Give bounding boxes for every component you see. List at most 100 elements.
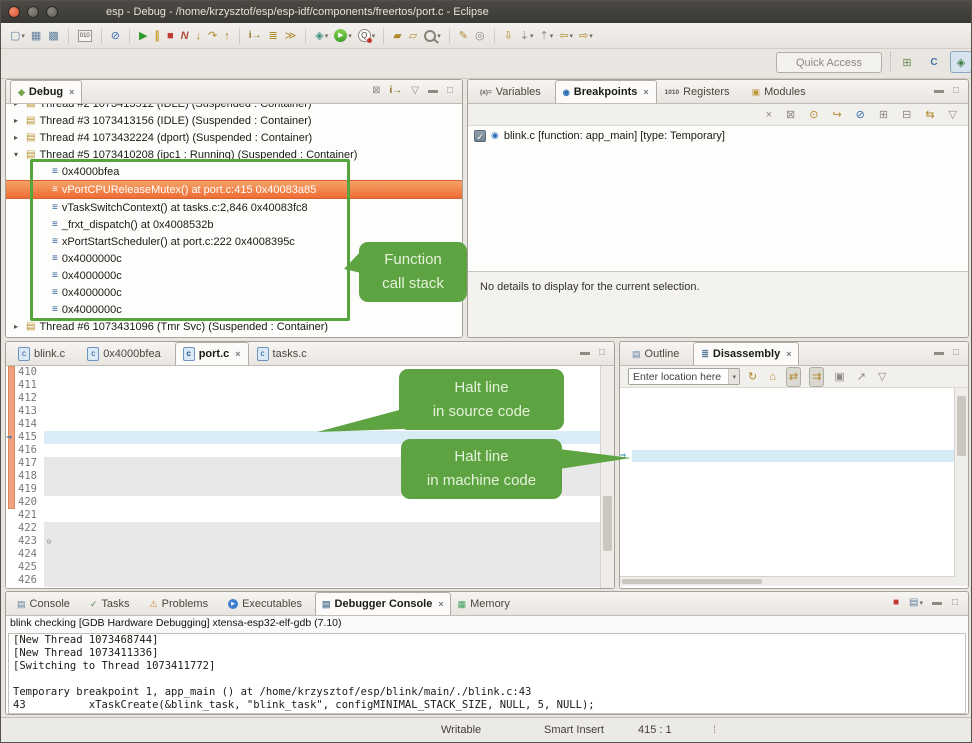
refresh-icon[interactable]: ↻: [746, 367, 759, 387]
fold-marker-icon[interactable]: [44, 470, 54, 483]
open-perspective-icon[interactable]: ⊞: [896, 51, 918, 73]
view-tab[interactable]: ▤ Debugger Console ×: [315, 592, 451, 615]
debug-tree-row[interactable]: ≡ vPortCPUReleaseMutex() at port.c:415 0…: [6, 180, 462, 199]
step-into-icon[interactable]: ↓: [194, 26, 205, 46]
maximize-icon[interactable]: □: [599, 346, 605, 360]
code-line[interactable]: 411 ets_printf("Called by %s line %d\n",…: [6, 379, 614, 392]
maximize-icon[interactable]: □: [953, 84, 959, 98]
disassembly-line[interactable]: 453 return heap_caps_malloc(xWantedSize: [620, 512, 968, 524]
instruction-stepping-icon[interactable]: i→: [247, 26, 265, 46]
remove-all-terminated-icon[interactable]: ⊠: [372, 84, 380, 98]
sync-with-context-icon[interactable]: ⇄: [786, 367, 801, 387]
profile-icon[interactable]: Q ▾: [356, 26, 378, 46]
fold-marker-icon[interactable]: [44, 379, 54, 392]
minimize-icon[interactable]: ▬: [580, 346, 590, 360]
open-element-icon[interactable]: ▰: [391, 26, 404, 46]
last-edit-location-icon[interactable]: ⇩: [502, 26, 516, 46]
disassembly-line[interactable]: 40083a7f: l32r a8, 0x40080544: [620, 413, 968, 425]
terminate-icon[interactable]: ■: [165, 26, 177, 46]
editor-tab[interactable]: c 0x4000bfea: [79, 342, 175, 365]
search-icon[interactable]: ● ▾: [422, 26, 443, 46]
console-output[interactable]: [New Thread 1073468744] [New Thread 1073…: [8, 633, 966, 714]
expand-arrow-icon[interactable]: ▸: [14, 104, 26, 108]
view-tab[interactable]: ◉ Breakpoints ×: [555, 80, 657, 103]
disassembly-line[interactable]: 40083a7d: movi.n a2, 1: [620, 388, 968, 400]
window-maximize-icon[interactable]: [46, 6, 58, 18]
resume-icon[interactable]: ▶: [137, 26, 150, 46]
code-line[interactable]: 422 #if CONFIG_FREERTOS_BREAK_ON_SCHEDUL…: [6, 522, 614, 535]
new-view-icon[interactable]: ▣: [832, 367, 846, 387]
window-close-icon[interactable]: [8, 6, 20, 18]
display-selected-console-icon[interactable]: ▤ ▾: [909, 596, 923, 610]
terminate-icon[interactable]: ■: [893, 596, 900, 610]
code-line[interactable]: 412 #endif: [6, 392, 614, 405]
code-line[interactable]: 425 }: [6, 561, 614, 574]
editor-tab[interactable]: c tasks.c: [249, 342, 321, 365]
remove-breakpoint-icon[interactable]: ×: [764, 105, 774, 125]
debug-tree-row[interactable]: ≡ vTaskSwitchContext() at tasks.c:2,846 …: [6, 199, 462, 216]
previous-annotation-icon[interactable]: ⇡ ▾: [538, 26, 556, 46]
fold-marker-icon[interactable]: [44, 431, 54, 444]
fold-marker-icon[interactable]: [44, 509, 54, 522]
disassembly-line[interactable]: 40083a82: callx8 a8: [620, 425, 968, 437]
open-new-view-icon[interactable]: ↗: [855, 367, 868, 387]
view-tab[interactable]: ▶ Executables: [221, 592, 315, 615]
view-tab[interactable]: ▤ Outline: [624, 342, 693, 365]
debug-tree-row[interactable]: ≡ xPortStartScheduler() at port.c:222 0x…: [6, 233, 462, 250]
code-line[interactable]: 417 #else //!CONFIG_FREERTOS_UNICORE: [6, 457, 614, 470]
fold-marker-icon[interactable]: [44, 418, 54, 431]
disassembly-line[interactable]: pvPortMalloc:: [620, 487, 968, 499]
view-tab[interactable]: 1010 Registers: [657, 80, 744, 103]
code-line[interactable]: 426 #endif: [6, 574, 614, 587]
view-tab[interactable]: ▤ Console: [10, 592, 83, 615]
disassembly-line[interactable]: 40083a87: srli a3, a0, 6: [620, 462, 968, 474]
fold-marker-icon[interactable]: [44, 405, 54, 418]
code-line[interactable]: 423 ⊖ void vPortFirstTaskHook(TaskFuncti…: [6, 535, 614, 548]
view-tab[interactable]: ≣ Disassembly ×: [693, 342, 799, 365]
link-with-debug-icon[interactable]: ⇆: [923, 105, 936, 125]
new-icon[interactable]: ▢ ▾: [8, 26, 27, 46]
view-tab[interactable]: ✓ Tasks: [83, 592, 143, 615]
track-expression-icon[interactable]: ⇉: [809, 367, 824, 387]
editor-tab[interactable]: c port.c ×: [175, 342, 249, 365]
step-over-icon[interactable]: ↷: [206, 26, 220, 46]
cpp-perspective-icon[interactable]: C: [923, 51, 945, 73]
fold-marker-icon[interactable]: [44, 366, 54, 379]
maximize-icon[interactable]: □: [447, 84, 453, 98]
instruction-stepping-icon[interactable]: i→: [389, 84, 402, 98]
view-tab[interactable]: (x)= Variables: [472, 80, 555, 103]
scrollbar-thumb[interactable]: [957, 396, 966, 456]
debug-tree-row[interactable]: ≡ 0x4000000c: [6, 250, 462, 267]
window-minimize-icon[interactable]: [27, 6, 39, 18]
binary-console-icon[interactable]: 010: [76, 26, 95, 46]
home-icon[interactable]: ⌂: [767, 367, 778, 387]
code-line[interactable]: 424 esp_set_breakpoint_if_jtag(function)…: [6, 548, 614, 561]
fold-marker-icon[interactable]: [44, 392, 54, 405]
view-menu-icon[interactable]: ▽: [947, 105, 959, 125]
use-step-filters-icon[interactable]: ≫: [283, 26, 300, 46]
debug-tree-row[interactable]: ≡ _frxt_dispatch() at 0x4008532b: [6, 216, 462, 233]
save-all-icon[interactable]: ▩: [46, 26, 61, 46]
debug-tree-row[interactable]: ▸ ▤ Thread #6 1073431096 (Tmr Svc) (Susp…: [6, 318, 462, 335]
fold-marker-icon[interactable]: [44, 457, 54, 470]
expand-arrow-icon[interactable]: ▸: [14, 116, 26, 125]
disassembly-horizontal-scrollbar[interactable]: [620, 576, 955, 586]
forward-icon[interactable]: ⇨ ▾: [577, 26, 595, 46]
quick-access-field[interactable]: Quick Access: [776, 52, 882, 73]
fold-marker-icon[interactable]: [44, 548, 54, 561]
disassembly-listing[interactable]: 40083a7d: movi.n a2, 1 415 portEXIT_CRIT…: [620, 388, 968, 586]
expand-all-icon[interactable]: ⊞: [877, 105, 890, 125]
minimize-icon[interactable]: ▬: [934, 346, 944, 360]
debug-tree-row[interactable]: ≡ 0x4000000c: [6, 301, 462, 318]
next-annotation-icon[interactable]: ⇣ ▾: [518, 26, 536, 46]
debug-perspective-icon[interactable]: ◈: [950, 51, 972, 73]
debug-tree-row[interactable]: ▸ ▤ Thread #3 1073413156 (IDLE) (Suspend…: [6, 112, 462, 129]
code-line[interactable]: 416 return ret;: [6, 444, 614, 457]
debug-tree-row[interactable]: ≡ 0x4000000c: [6, 284, 462, 301]
step-return-icon[interactable]: ↑: [222, 26, 233, 46]
debug-icon[interactable]: ◈ ▾: [313, 26, 330, 46]
scrollbar-thumb[interactable]: [603, 496, 612, 551]
tab-close-icon[interactable]: ×: [643, 87, 648, 97]
skip-all-breakpoints-icon[interactable]: ⊘: [854, 105, 867, 125]
show-supported-breakpoints-icon[interactable]: ⊙: [807, 105, 820, 125]
